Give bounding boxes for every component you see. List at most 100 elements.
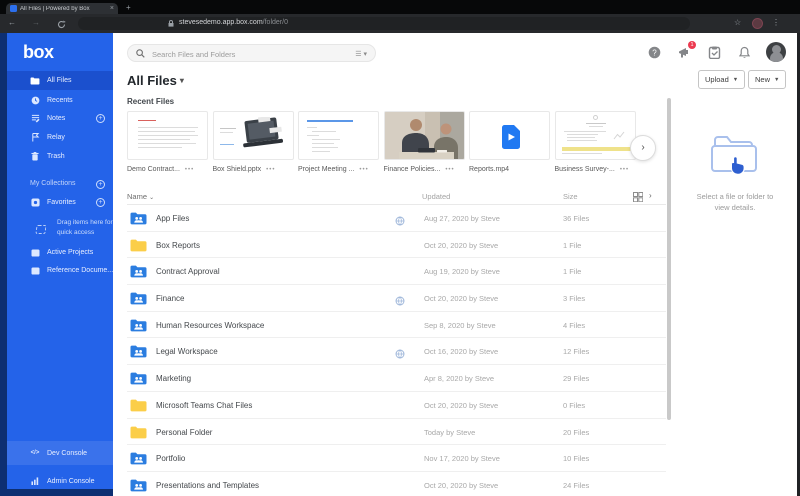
sidebar-item-notes[interactable]: Notes + — [7, 109, 113, 128]
search-input[interactable]: Search Files and Folders ☰ ▾ — [127, 44, 376, 62]
recent-file-name[interactable]: Reports.mp4 — [469, 166, 509, 173]
table-row[interactable]: App Files Aug 27, 2020 by Steve 36 Files — [127, 205, 666, 232]
table-row[interactable]: Presentations and Templates Oct 20, 2020… — [127, 472, 666, 496]
new-tab-button[interactable]: + — [126, 3, 131, 12]
bell-icon[interactable] — [738, 46, 751, 59]
recent-file-card[interactable]: Reports.mp4 — [469, 111, 550, 173]
file-name[interactable]: Box Reports — [156, 241, 200, 250]
add-note-icon[interactable]: + — [96, 114, 105, 123]
file-name[interactable]: Portfolio — [156, 454, 185, 463]
file-name[interactable]: Contract Approval — [156, 267, 220, 276]
shared-link-icon — [395, 293, 405, 311]
sidebar-item-active-projects[interactable]: Active Projects — [7, 243, 113, 262]
recent-file-name[interactable]: Demo Contract... — [127, 166, 180, 173]
folder-icon — [130, 479, 147, 496]
upload-button[interactable]: Upload ▼ — [698, 70, 746, 89]
file-updated: Oct 20, 2020 by Steve — [424, 294, 499, 304]
search-filter-icon[interactable]: ☰ ▾ — [355, 50, 367, 58]
sidebar-item-dev-console[interactable]: </> Dev Console — [7, 441, 113, 465]
table-row[interactable]: Finance Oct 20, 2020 by Steve 3 Files — [127, 285, 666, 312]
folder-icon — [130, 265, 147, 283]
recent-scroll-next-button[interactable]: › — [630, 135, 656, 161]
refresh-icon[interactable] — [57, 20, 66, 29]
recent-file-name[interactable]: Project Meeting ... — [298, 166, 354, 173]
file-name[interactable]: Finance — [156, 294, 184, 303]
card-menu-icon[interactable]: ••• — [445, 167, 454, 173]
column-size[interactable]: Size — [563, 192, 578, 201]
table-row[interactable]: Marketing Apr 8, 2020 by Steve 29 Files — [127, 365, 666, 392]
file-name[interactable]: Presentations and Templates — [156, 481, 259, 490]
file-thumbnail[interactable] — [298, 111, 379, 160]
bookmark-star-icon[interactable]: ☆ — [734, 18, 741, 27]
file-name[interactable]: Legal Workspace — [156, 347, 218, 356]
table-row[interactable]: Legal Workspace Oct 16, 2020 by Steve 12… — [127, 338, 666, 366]
file-size: 3 Files — [563, 294, 586, 304]
file-size: 4 Files — [563, 320, 586, 330]
file-updated: Apr 8, 2020 by Steve — [424, 374, 495, 384]
tasks-icon[interactable] — [708, 46, 721, 59]
forward-icon[interactable]: → — [32, 18, 40, 27]
file-thumbnail[interactable] — [469, 111, 550, 160]
column-name[interactable]: Name ⌄ — [127, 192, 154, 201]
file-updated: Nov 17, 2020 by Steve — [424, 454, 500, 464]
table-row[interactable]: Portfolio Nov 17, 2020 by Steve 10 Files — [127, 445, 666, 472]
sidebar-item-favorites[interactable]: Favorites + — [7, 193, 113, 212]
file-name[interactable]: App Files — [156, 214, 189, 223]
recent-file-card[interactable]: Finance Policies... ••• — [383, 111, 465, 173]
recent-file-name[interactable]: Finance Policies... — [384, 166, 441, 173]
table-options-chevron-icon[interactable]: › — [649, 191, 652, 200]
recent-file-card[interactable]: Business Survey-... ••• — [554, 111, 636, 173]
add-collection-icon[interactable]: + — [96, 180, 105, 189]
file-thumbnail[interactable] — [127, 111, 208, 160]
file-updated: Oct 20, 2020 by Steve — [424, 480, 499, 490]
browser-tab[interactable]: All Files | Powered by Box × — [6, 3, 118, 14]
url-text[interactable]: stevesedemo.app.box.com/folder/0 — [179, 19, 288, 26]
file-size: 0 Files — [563, 400, 586, 410]
card-menu-icon[interactable]: ••• — [185, 167, 194, 173]
recent-file-card[interactable]: Demo Contract... ••• — [127, 111, 208, 173]
file-name[interactable]: Marketing — [156, 374, 191, 383]
card-menu-icon[interactable]: ••• — [266, 167, 275, 173]
table-row[interactable]: Microsoft Teams Chat Files Oct 20, 2020 … — [127, 392, 666, 419]
chrome-menu-icon[interactable]: ⋮ — [772, 18, 780, 27]
sidebar-item-reference-documents[interactable]: Reference Docume... — [7, 261, 113, 280]
chrome-profile-icon[interactable] — [752, 17, 763, 29]
table-row[interactable]: Human Resources Workspace Sep 8, 2020 by… — [127, 312, 666, 339]
file-thumbnail[interactable] — [554, 111, 636, 160]
favorites-icon — [30, 198, 40, 208]
recent-file-name[interactable]: Box Shield.pptx — [213, 166, 262, 173]
recent-file-card[interactable]: Project Meeting ... ••• — [298, 111, 379, 173]
user-avatar[interactable] — [766, 42, 786, 62]
file-updated: Oct 20, 2020 by Steve — [424, 240, 499, 250]
grid-view-icon[interactable] — [633, 192, 643, 202]
help-icon[interactable]: ? — [648, 46, 661, 59]
recent-file-name[interactable]: Business Survey-... — [555, 166, 615, 173]
card-menu-icon[interactable]: ••• — [359, 167, 368, 173]
file-thumbnail[interactable] — [212, 111, 294, 160]
file-name[interactable]: Personal Folder — [156, 428, 212, 437]
sidebar-item-trash[interactable]: Trash — [7, 147, 113, 166]
recent-file-card[interactable]: Box Shield.pptx ••• — [212, 111, 294, 173]
file-updated: Sep 8, 2020 by Steve — [424, 320, 496, 330]
list-scrollbar[interactable] — [667, 98, 671, 420]
page-title[interactable]: All Files ▾ — [127, 73, 184, 88]
collection-icon — [30, 266, 40, 276]
sidebar-item-all-files[interactable]: All Files — [7, 71, 113, 90]
folder-icon — [130, 372, 147, 390]
sidebar-item-relay[interactable]: Relay — [7, 128, 113, 147]
table-row[interactable]: Box Reports Oct 20, 2020 by Steve 1 File — [127, 232, 666, 259]
sidebar-rail — [0, 33, 7, 496]
search-icon — [136, 49, 145, 58]
tab-close-icon[interactable]: × — [110, 5, 114, 12]
table-row[interactable]: Personal Folder Today by Steve 20 Files — [127, 419, 666, 446]
table-row[interactable]: Contract Approval Aug 19, 2020 by Steve … — [127, 258, 666, 286]
file-name[interactable]: Microsoft Teams Chat Files — [156, 401, 252, 410]
new-button[interactable]: New ▼ — [748, 70, 787, 89]
column-updated[interactable]: Updated — [422, 192, 450, 201]
file-thumbnail[interactable] — [383, 111, 465, 160]
back-icon[interactable]: ← — [8, 18, 16, 27]
card-menu-icon[interactable]: ••• — [620, 167, 629, 173]
sidebar-item-recents[interactable]: Recents — [7, 91, 113, 110]
file-name[interactable]: Human Resources Workspace — [156, 321, 264, 330]
favorites-expand-icon[interactable]: + — [96, 198, 105, 207]
